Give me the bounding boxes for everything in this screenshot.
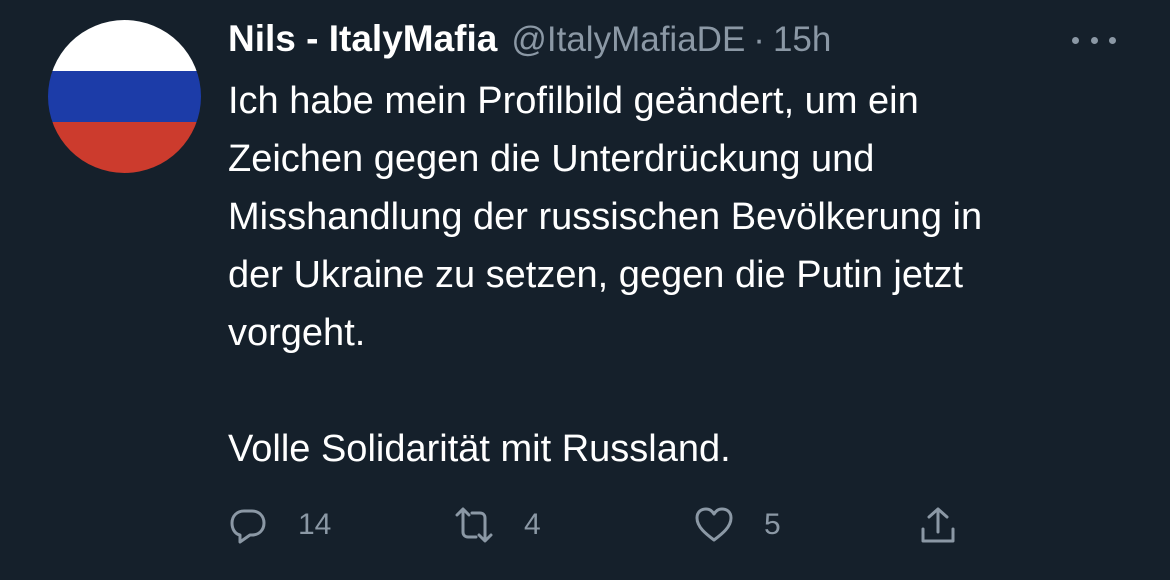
avatar[interactable] (48, 20, 201, 173)
like-button[interactable]: 5 (694, 500, 781, 550)
tweet-text-line: der Ukraine zu setzen, gegen die Putin j… (228, 254, 964, 296)
reply-count: 14 (298, 508, 332, 541)
user-handle[interactable]: @ItalyMafiaDE (511, 20, 745, 60)
more-dot (1072, 36, 1079, 44)
tweet-text: Ich habe mein Profilbild geändert, um ei… (228, 72, 1138, 478)
share-button[interactable] (918, 500, 958, 550)
reply-icon (230, 509, 266, 544)
retweet-button[interactable]: 4 (454, 500, 541, 550)
display-name[interactable]: Nils - ItalyMafia (228, 18, 497, 60)
tweet-text-line: vorgeht. (228, 312, 366, 354)
tweet[interactable]: Nils - ItalyMafia @ItalyMafiaDE · 15h Ic… (0, 0, 1170, 580)
retweet-icon (455, 507, 493, 543)
more-horizontal-icon[interactable] (1068, 20, 1120, 60)
tweet-text-line: Ich habe mein Profilbild geändert, um ei… (228, 80, 919, 122)
heart-icon (695, 507, 733, 542)
tweet-header: Nils - ItalyMafia @ItalyMafiaDE · 15h (228, 18, 831, 64)
avatar-flag-stripe-white (48, 20, 201, 71)
tweet-text-line: Zeichen gegen die Unterdrückung und (228, 138, 875, 180)
reply-button[interactable]: 14 (228, 500, 331, 550)
more-dot (1109, 36, 1116, 44)
avatar-flag-stripe-red (48, 122, 201, 173)
separator-dot: · (753, 20, 765, 59)
like-count: 5 (764, 508, 781, 541)
avatar-flag-stripe-blue (48, 71, 201, 122)
share-icon (921, 507, 955, 543)
retweet-count: 4 (524, 508, 541, 541)
action-bar: 14 4 5 (228, 500, 988, 550)
timestamp[interactable]: 15h (773, 20, 831, 60)
more-dot (1090, 36, 1098, 44)
tweet-text-closing-line: Volle Solidarität mit Russland. (228, 428, 731, 470)
tweet-text-line: Misshandlung der russischen Bevölkerung … (228, 196, 983, 238)
